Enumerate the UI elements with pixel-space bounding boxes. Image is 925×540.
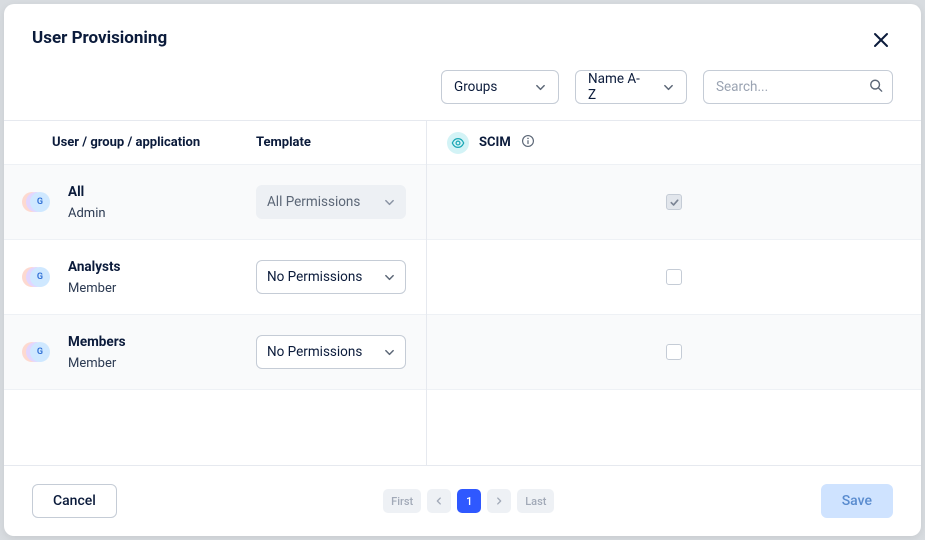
column-header-template: Template xyxy=(256,135,406,150)
right-header-row: SCIM xyxy=(427,121,921,165)
right-panel: SCIM xyxy=(427,121,921,465)
pagination: First 1 Last xyxy=(383,489,554,513)
group-role: Member xyxy=(68,281,256,296)
scope-select-label: Groups xyxy=(454,79,497,95)
save-button[interactable]: Save xyxy=(821,484,893,518)
left-panel: User / group / application Template G Al… xyxy=(4,121,427,465)
chevron-down-icon xyxy=(384,197,395,208)
pagination-prev-button[interactable] xyxy=(427,489,451,513)
scim-checkbox xyxy=(666,194,682,210)
title-row: User Provisioning xyxy=(32,28,893,52)
chevron-right-icon xyxy=(494,496,504,506)
group-name: All xyxy=(68,184,256,200)
template-select-label: All Permissions xyxy=(267,194,360,210)
pagination-current-page[interactable]: 1 xyxy=(457,489,481,513)
sort-select-label: Name A-Z xyxy=(588,71,645,103)
cancel-button[interactable]: Cancel xyxy=(32,484,117,518)
filters-row: Groups Name A-Z xyxy=(4,52,921,120)
group-row: G Analysts Member No Permissions xyxy=(4,240,426,315)
modal-title: User Provisioning xyxy=(32,28,167,48)
search-icon xyxy=(869,78,883,97)
search-input[interactable] xyxy=(703,70,893,104)
group-avatar-icon: G xyxy=(26,340,50,364)
group-info: Analysts Member xyxy=(68,259,256,296)
search-wrap xyxy=(703,70,893,104)
template-select[interactable]: No Permissions xyxy=(256,335,406,369)
group-row: G All Admin All Permissions xyxy=(4,165,426,240)
column-header-name: User / group / application xyxy=(52,135,200,150)
column-header-scim: SCIM xyxy=(479,135,511,150)
content-area: User / group / application Template G Al… xyxy=(4,121,921,465)
chevron-down-icon xyxy=(384,272,395,283)
pagination-first-button[interactable]: First xyxy=(383,489,421,513)
group-avatar-icon: G xyxy=(26,265,50,289)
chevron-down-icon xyxy=(384,347,395,358)
scim-checkbox[interactable] xyxy=(666,344,682,360)
pagination-last-button[interactable]: Last xyxy=(517,489,554,513)
scim-cell xyxy=(427,240,921,315)
user-provisioning-modal: User Provisioning Groups Name A-Z User /… xyxy=(4,4,921,536)
modal-footer: Cancel First 1 Last Save xyxy=(4,465,921,536)
scope-select[interactable]: Groups xyxy=(441,70,559,104)
sort-select[interactable]: Name A-Z xyxy=(575,70,687,104)
chevron-down-icon xyxy=(663,82,674,93)
group-info: All Admin xyxy=(68,184,256,221)
group-role: Admin xyxy=(68,206,256,221)
group-info: Members Member xyxy=(68,334,256,371)
scim-checkbox[interactable] xyxy=(666,269,682,285)
scim-cell xyxy=(427,165,921,240)
modal-header: User Provisioning xyxy=(4,4,921,52)
group-row: G Members Member No Permissions xyxy=(4,315,426,390)
template-select-label: No Permissions xyxy=(267,269,362,285)
close-button[interactable] xyxy=(869,28,893,52)
template-select-label: No Permissions xyxy=(267,344,362,360)
scim-icon xyxy=(447,132,469,154)
scim-cell xyxy=(427,315,921,390)
info-icon[interactable] xyxy=(521,133,535,152)
pagination-next-button[interactable] xyxy=(487,489,511,513)
template-select: All Permissions xyxy=(256,185,406,219)
chevron-down-icon xyxy=(535,82,546,93)
chevron-left-icon xyxy=(434,496,444,506)
group-role: Member xyxy=(68,356,256,371)
group-name: Members xyxy=(68,334,256,350)
close-icon xyxy=(871,30,891,50)
group-name: Analysts xyxy=(68,259,256,275)
left-header-row: User / group / application Template xyxy=(4,121,426,165)
template-select[interactable]: No Permissions xyxy=(256,260,406,294)
group-avatar-icon: G xyxy=(26,190,50,214)
